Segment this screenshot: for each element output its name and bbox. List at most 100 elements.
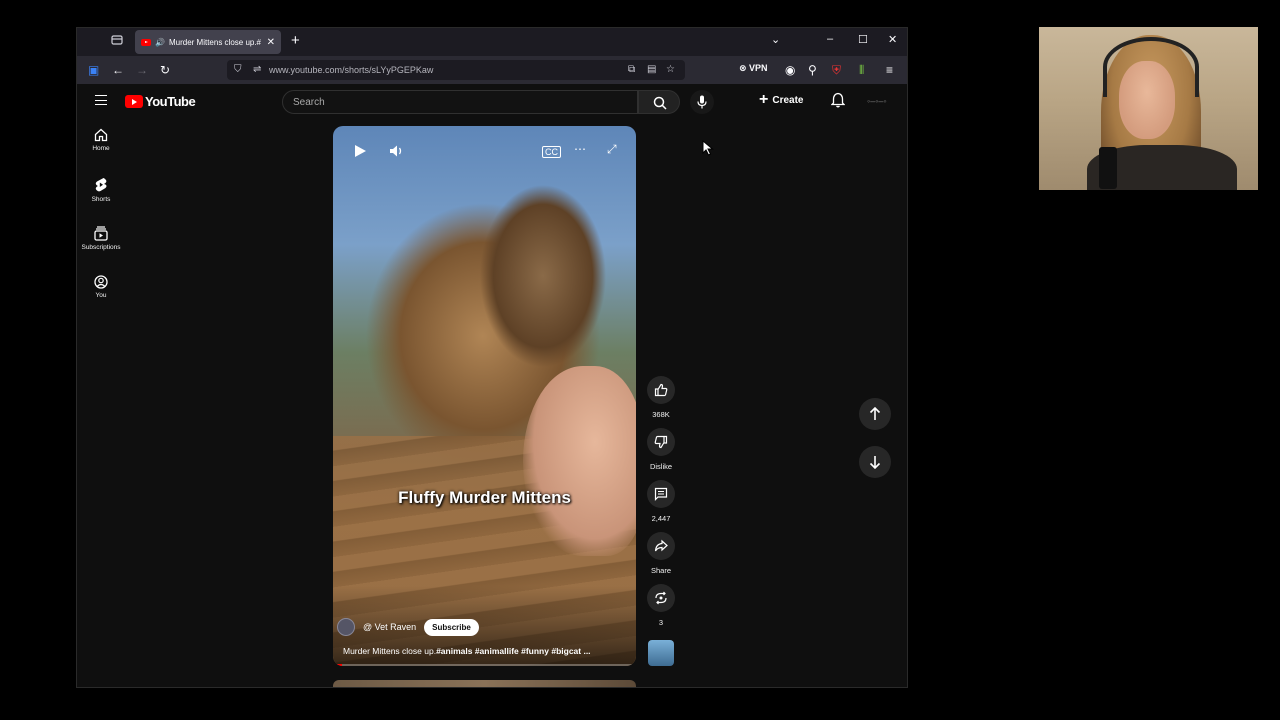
shorts-player[interactable]: CC ⋯ ⤢ Fluffy Murder Mittens @ Vet Raven…	[333, 126, 636, 666]
like-button[interactable]	[647, 376, 675, 404]
youtube-favicon-icon	[141, 38, 151, 46]
forward-icon[interactable]: →	[136, 63, 148, 77]
comment-icon	[654, 487, 668, 501]
webcam-overlay	[1039, 27, 1258, 190]
next-short-button[interactable]	[859, 446, 891, 478]
maximize-icon[interactable]: ☐	[858, 33, 868, 46]
speaker-icon[interactable]: 🔊	[155, 38, 165, 47]
comments-action[interactable]: 2,447	[644, 480, 678, 532]
search-icon	[653, 96, 667, 110]
guide-item-subscriptions[interactable]: Subscriptions	[77, 226, 125, 275]
notifications-bell-icon[interactable]	[831, 92, 845, 108]
share-button[interactable]	[647, 532, 675, 560]
comment-count: 2,447	[651, 514, 671, 523]
progress-bar[interactable]	[333, 664, 636, 666]
sound-thumbnail[interactable]	[648, 640, 674, 666]
comments-button[interactable]	[647, 480, 675, 508]
extension-bars-icon[interactable]: ⦀	[859, 63, 864, 78]
short-actions: 368K Dislike 2,447 Share 3	[644, 376, 678, 636]
guide-label: Subscriptions	[81, 244, 121, 251]
short-title-hashtags[interactable]: #animals #animallife #funny #bigcat ...	[436, 646, 590, 656]
youtube-play-logo-icon	[125, 95, 143, 108]
guide-sidebar: Home Shorts Subscriptions You	[77, 128, 125, 324]
back-icon[interactable]: ←	[112, 63, 124, 77]
search-placeholder: Search	[293, 97, 325, 108]
new-tab-icon[interactable]: +	[291, 32, 300, 49]
tab-overflow-chevron-icon[interactable]: ⌄	[771, 33, 780, 46]
close-tab-icon[interactable]: ✕	[267, 37, 275, 48]
share-action[interactable]: Share	[644, 532, 678, 584]
voice-search-button[interactable]	[690, 90, 714, 114]
shield-icon[interactable]: ⛉	[234, 64, 242, 75]
close-window-icon[interactable]: ✕	[888, 33, 897, 46]
guide-item-you[interactable]: You	[77, 275, 125, 324]
create-label: Create	[772, 94, 804, 106]
reload-icon[interactable]: ↻	[160, 63, 170, 77]
dislike-action[interactable]: Dislike	[644, 428, 678, 480]
masthead: YouTube Search + Create ◦–◦–◦	[77, 84, 907, 120]
like-count: 368K	[652, 410, 670, 419]
reader-view-icon[interactable]: ▤	[647, 64, 656, 75]
progress-fill	[333, 664, 343, 666]
thumbs-down-icon	[654, 435, 668, 449]
channel-avatar[interactable]	[337, 618, 355, 636]
url-text: www.youtube.com/shorts/sLYyPGEPKaw	[269, 65, 434, 75]
picture-in-picture-icon[interactable]: ⧉	[628, 64, 635, 75]
closed-captions-icon[interactable]: CC	[542, 146, 561, 158]
sidebar-toggle-icon[interactable]: ▣	[88, 63, 99, 77]
youtube-logo[interactable]: YouTube	[125, 94, 196, 109]
account-loading-icon[interactable]: ◦–◦–◦	[867, 96, 887, 106]
short-title[interactable]: Murder Mittens close up.#animals #animal…	[343, 646, 623, 656]
share-arrow-icon	[654, 539, 668, 552]
remix-icon	[655, 591, 667, 605]
arrow-up-icon	[869, 407, 881, 420]
guide-label: You	[95, 292, 107, 299]
search-button[interactable]	[638, 90, 680, 114]
logo-wordmark: YouTube	[145, 94, 196, 109]
vpn-label: VPN	[749, 63, 768, 73]
shorts-icon	[95, 178, 107, 192]
subscriptions-icon	[94, 226, 108, 241]
plus-icon: +	[759, 91, 769, 108]
youtube-page: YouTube Search + Create ◦–◦–◦ Home Short…	[77, 84, 907, 687]
more-options-icon[interactable]: ⋯	[574, 142, 586, 156]
webcam-headset	[1103, 37, 1199, 97]
you-icon	[94, 275, 108, 289]
tab-title: Murder Mittens close up.#	[168, 37, 262, 47]
guide-item-home[interactable]: Home	[77, 128, 125, 177]
mouse-cursor-icon	[702, 140, 714, 156]
remix-action[interactable]: 3	[644, 584, 678, 636]
tab-youtube-short[interactable]: 🔊 Murder Mittens close up.# ✕	[135, 30, 281, 54]
next-short-preview[interactable]	[333, 680, 636, 687]
bookmark-star-icon[interactable]: ☆	[666, 64, 675, 75]
dislike-button[interactable]	[647, 428, 675, 456]
channel-row: @ Vet Raven Subscribe	[337, 618, 479, 636]
browser-menu-icon[interactable]: ≡	[886, 63, 893, 77]
browser-window: 🔊 Murder Mittens close up.# ✕ + ⌄ – ☐ ✕ …	[76, 27, 908, 688]
extensions-puzzle-icon[interactable]: ⚲	[808, 63, 817, 77]
like-action[interactable]: 368K	[644, 376, 678, 428]
channel-handle[interactable]: @ Vet Raven	[363, 622, 416, 632]
create-button[interactable]: + Create	[759, 92, 803, 108]
previous-short-button[interactable]	[859, 398, 891, 430]
short-title-text: Murder Mittens close up.	[343, 646, 437, 656]
minimize-icon[interactable]: –	[827, 33, 833, 45]
thumbs-up-icon	[654, 383, 668, 397]
guide-menu-icon[interactable]	[95, 95, 107, 105]
extension-shield-icon[interactable]: ⛨	[832, 63, 841, 78]
vpn-indicator[interactable]: ⊗ VPN	[739, 63, 768, 74]
remix-button[interactable]	[647, 584, 675, 612]
address-bar[interactable]: ⛉ ⇌ www.youtube.com/shorts/sLYyPGEPKaw ⧉…	[227, 60, 685, 80]
guide-item-shorts[interactable]: Shorts	[77, 177, 125, 226]
tab-list-icon[interactable]	[111, 34, 125, 48]
extension-circle-icon[interactable]: ◉	[785, 63, 795, 77]
search-input[interactable]: Search	[282, 90, 638, 114]
home-icon	[94, 128, 108, 142]
subscribe-button[interactable]: Subscribe	[424, 618, 479, 636]
fullscreen-icon[interactable]: ⤢	[607, 142, 617, 157]
remix-count: 3	[658, 618, 664, 627]
guide-label: Shorts	[91, 196, 111, 203]
play-icon[interactable]	[353, 144, 367, 158]
site-permissions-icon[interactable]: ⇌	[253, 64, 261, 75]
volume-icon[interactable]	[389, 144, 405, 158]
